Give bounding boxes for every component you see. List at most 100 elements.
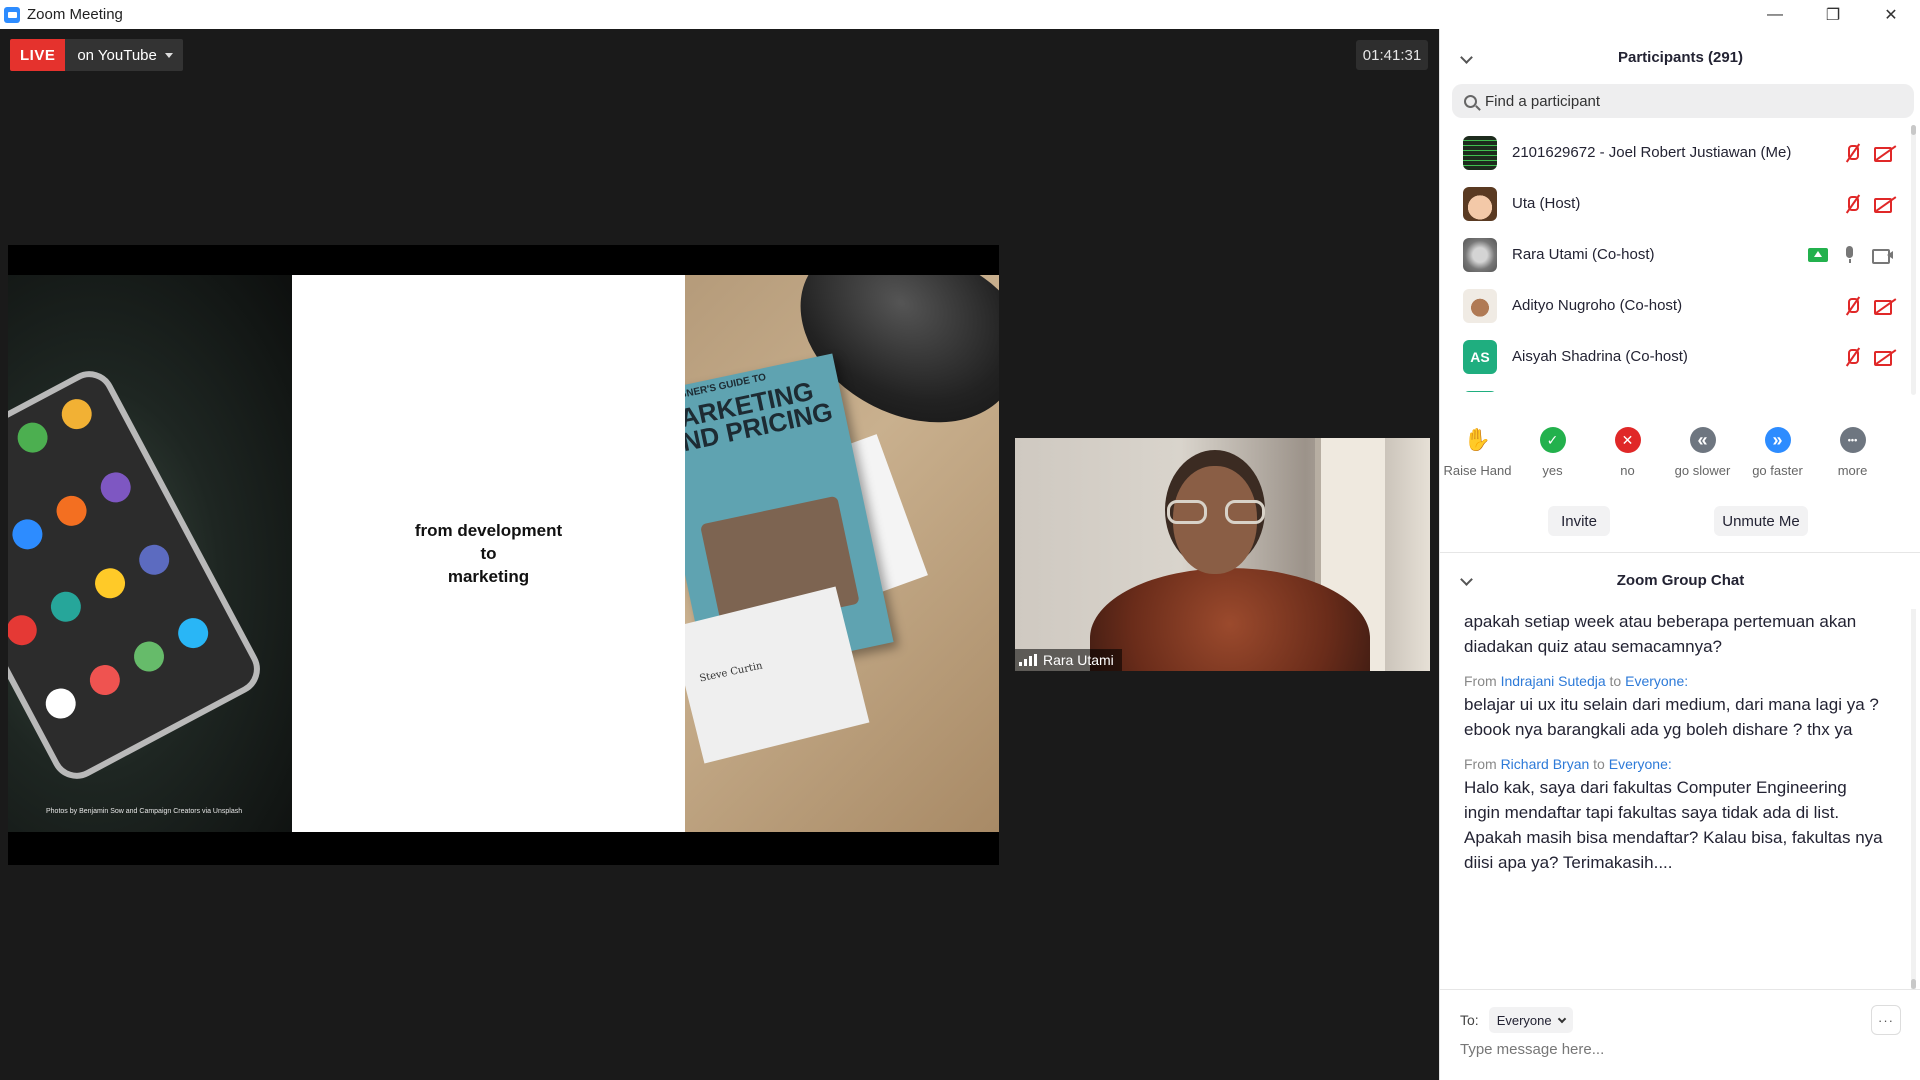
fast-forward-icon: » <box>1764 427 1791 453</box>
title-bar: Zoom Meeting — ❐ ✕ <box>0 0 1920 29</box>
speaker-name: Rara Utami <box>1043 652 1114 668</box>
reaction-label: go faster <box>1752 463 1803 478</box>
participant-scrollbar[interactable] <box>1911 125 1916 395</box>
participant-row[interactable]: Rara Utami (Co-host) <box>1440 229 1910 280</box>
avatar: AS <box>1463 339 1497 374</box>
mic-muted-icon[interactable] <box>1842 144 1862 162</box>
slide-heading: from development to marketing <box>415 519 562 588</box>
sender-name[interactable]: Indrajani Sutedja <box>1501 673 1606 689</box>
live-badge: LIVE <box>10 39 66 71</box>
participant-row[interactable]: Adityo Nugroho (Co-host) <box>1440 280 1910 331</box>
meeting-area: LIVE on YouTube 01:41:31 Photos by Benja… <box>0 29 1439 1080</box>
live-destination-label: on YouTube <box>77 46 157 64</box>
participant-search-input[interactable] <box>1485 92 1885 110</box>
mic-muted-icon[interactable] <box>1842 195 1862 213</box>
to-word: to <box>1593 756 1605 772</box>
participant-name: Aisyah Shadrina (Co-host) <box>1512 348 1688 365</box>
chat-message-header: From Richard Bryan to Everyone: <box>1464 756 1884 772</box>
avatar <box>1463 288 1497 323</box>
video-off-icon[interactable] <box>1874 144 1894 162</box>
signal-strength-icon <box>1019 654 1037 666</box>
to-word: to <box>1609 673 1622 689</box>
minimize-button[interactable]: — <box>1746 0 1804 29</box>
recipient-name: Everyone: <box>1625 673 1689 689</box>
restore-button[interactable]: ❐ <box>1804 0 1862 29</box>
unmute-me-button[interactable]: Unmute Me <box>1714 506 1808 536</box>
chat-message-text: belajar ui ux itu selain dari medium, da… <box>1464 695 1879 739</box>
slide-photo-book: DESIGNER'S GUIDE TO MARKETING AND PRICIN… <box>685 275 999 832</box>
reaction-label: yes <box>1542 463 1563 478</box>
participant-name: 2101629672 - Joel Robert Justiawan (Me) <box>1512 144 1792 161</box>
participant-row[interactable] <box>1440 382 1910 392</box>
chat-messages: apakah setiap week atau beberapa pertemu… <box>1464 609 1884 969</box>
mic-muted-icon[interactable] <box>1842 348 1862 366</box>
speaker-name-tag: Rara Utami <box>1015 649 1122 671</box>
chat-scrollbar[interactable] <box>1911 609 1916 989</box>
participant-row[interactable]: Uta (Host) <box>1440 178 1910 229</box>
participant-row[interactable]: AS Aisyah Shadrina (Co-host) <box>1440 331 1910 382</box>
participant-actions: Invite Unmute Me <box>1440 506 1920 538</box>
window-title: Zoom Meeting <box>27 6 123 23</box>
reaction-label: more <box>1837 463 1868 478</box>
more-dots-icon: ••• <box>1839 427 1866 453</box>
avatar <box>1463 390 1497 392</box>
glasses <box>1167 500 1265 524</box>
to-label: To: <box>1460 1012 1479 1028</box>
participant-search[interactable] <box>1452 84 1914 118</box>
mic-muted-icon[interactable] <box>1842 297 1862 315</box>
slide-line-3: marketing <box>447 567 530 586</box>
video-off-icon[interactable] <box>1874 195 1894 213</box>
search-icon <box>1464 94 1477 108</box>
collapse-chevron-icon[interactable] <box>1460 573 1473 586</box>
raise-hand-icon: ✋ <box>1463 427 1492 452</box>
chat-header: Zoom Group Chat <box>1440 562 1920 598</box>
phone-image <box>8 362 270 788</box>
window-controls: — ❐ ✕ <box>1746 0 1920 29</box>
reaction-label: no <box>1620 463 1635 478</box>
chat-message-text: Halo kak, saya dari fakultas Computer En… <box>1464 778 1883 872</box>
chat-message-input[interactable] <box>1460 1041 1900 1058</box>
shared-screen: Photos by Benjamin Sow and Campaign Crea… <box>8 245 999 865</box>
chat-more-button[interactable]: ··· <box>1871 1005 1901 1035</box>
rewind-icon: « <box>1689 427 1716 453</box>
participants-title: Participants (291) <box>1617 48 1744 66</box>
live-stream-indicator[interactable]: LIVE on YouTube <box>10 39 183 71</box>
no-button[interactable]: ✕ no <box>1590 427 1665 478</box>
raise-hand-button[interactable]: ✋ Raise Hand <box>1440 427 1515 478</box>
reaction-label: Raise Hand <box>1443 463 1512 478</box>
screen-share-icon <box>1808 247 1828 262</box>
zoom-app-icon <box>4 6 20 23</box>
video-on-icon[interactable] <box>1872 246 1894 264</box>
reaction-label: go slower <box>1674 463 1731 478</box>
more-reactions-button[interactable]: ••• more <box>1815 427 1890 478</box>
side-panel: Participants (291) 2101629672 - Joel Rob… <box>1439 29 1920 1080</box>
participants-header: Participants (291) <box>1440 29 1920 85</box>
participant-row[interactable]: 2101629672 - Joel Robert Justiawan (Me) <box>1440 127 1910 178</box>
slide-line-2: to <box>480 544 497 563</box>
participant-name: Rara Utami (Co-host) <box>1512 246 1655 263</box>
avatar <box>1463 135 1497 170</box>
video-off-icon[interactable] <box>1874 297 1894 315</box>
recipient-value: Everyone <box>1496 1012 1552 1028</box>
recipient-dropdown[interactable]: Everyone <box>1488 1007 1573 1033</box>
recipient-name: Everyone: <box>1608 756 1672 772</box>
avatar <box>1463 186 1497 221</box>
go-slower-button[interactable]: « go slower <box>1665 427 1740 478</box>
x-icon: ✕ <box>1614 427 1641 453</box>
slide-text-panel: from development to marketing <box>292 275 685 832</box>
live-destination-dropdown[interactable]: on YouTube <box>65 39 183 71</box>
photo-credit: Photos by Benjamin Sow and Campaign Crea… <box>46 808 243 815</box>
slide-photo-phone: Photos by Benjamin Sow and Campaign Crea… <box>8 275 292 832</box>
mic-on-icon[interactable] <box>1840 245 1860 264</box>
avatar <box>1463 237 1497 272</box>
speaker-video[interactable]: Rara Utami <box>1015 438 1430 671</box>
invite-button[interactable]: Invite <box>1548 506 1610 536</box>
collapse-chevron-icon[interactable] <box>1460 51 1473 64</box>
sender-name[interactable]: Richard Bryan <box>1501 756 1590 772</box>
chat-recipient-row: To: Everyone <box>1460 1007 1573 1033</box>
go-faster-button[interactable]: » go faster <box>1740 427 1815 478</box>
yes-button[interactable]: ✓ yes <box>1515 427 1590 478</box>
from-label: From <box>1464 673 1497 689</box>
close-button[interactable]: ✕ <box>1862 0 1920 29</box>
video-off-icon[interactable] <box>1874 348 1894 366</box>
